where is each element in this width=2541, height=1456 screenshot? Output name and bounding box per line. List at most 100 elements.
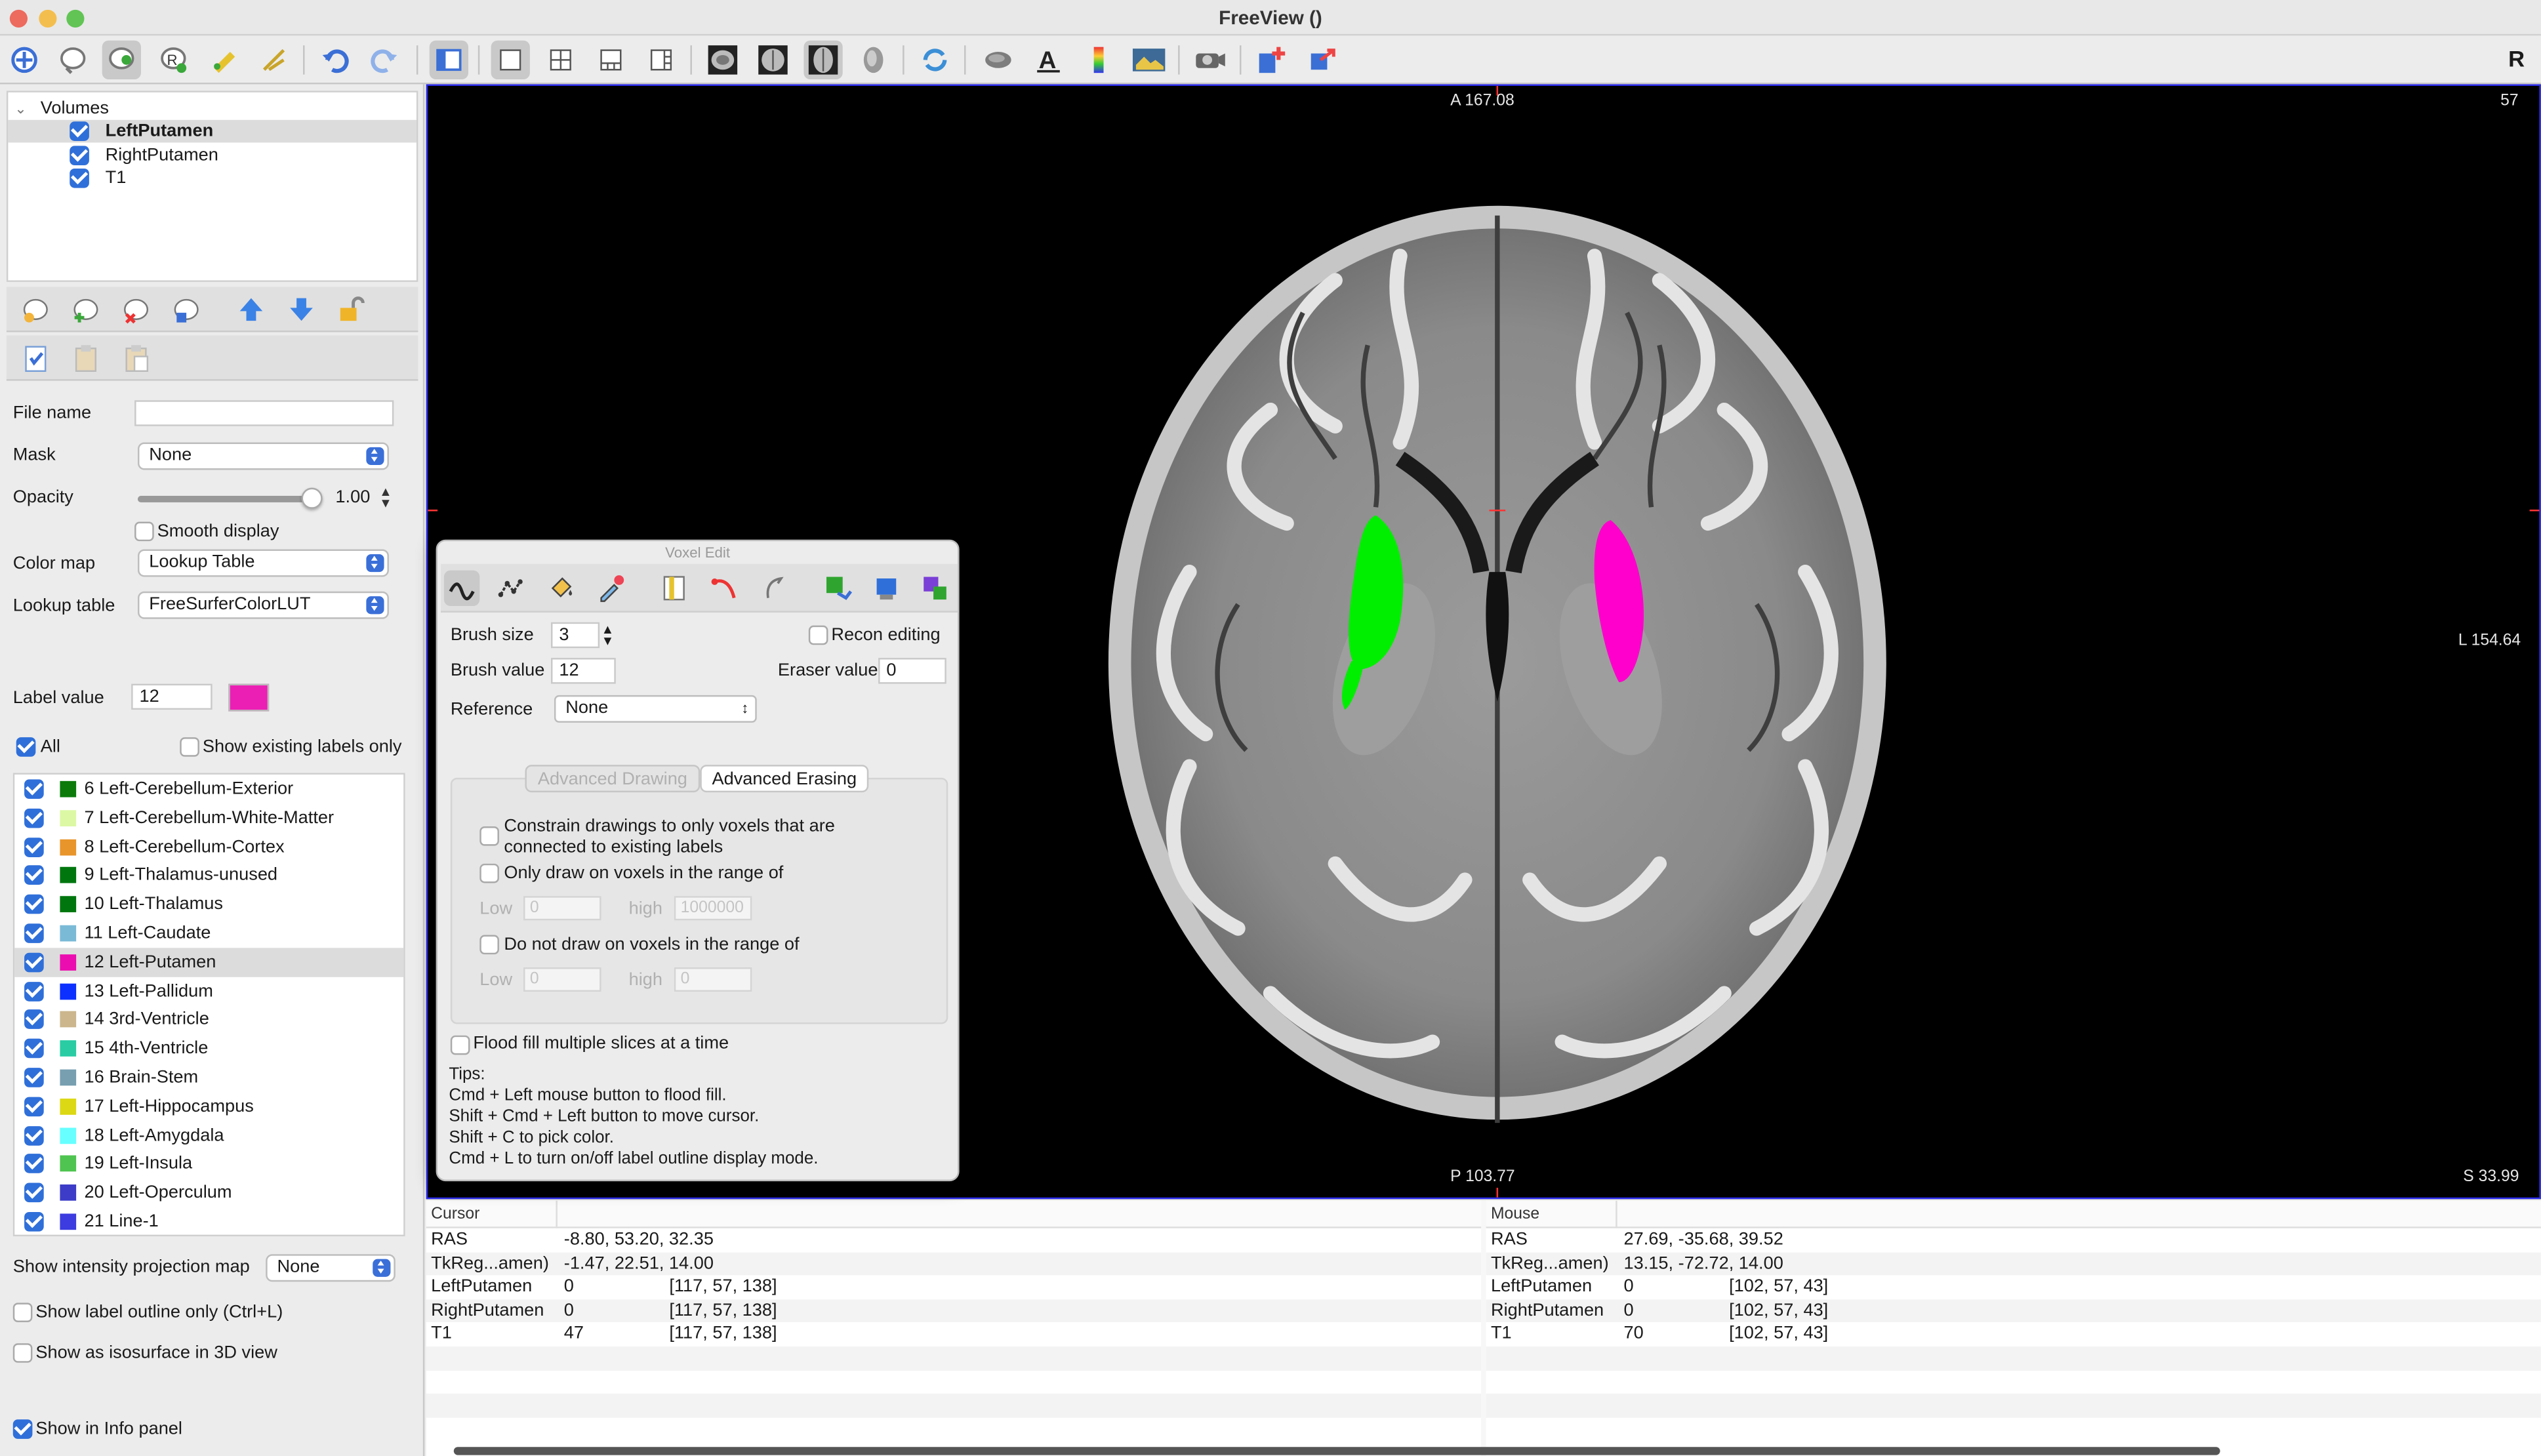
toggle-panel-icon[interactable] xyxy=(429,40,469,80)
move-down-icon[interactable] xyxy=(285,293,317,325)
label-checkbox[interactable] xyxy=(24,808,44,828)
file-name-field[interactable] xyxy=(134,400,394,426)
label-list-item[interactable]: 9 Left-Thalamus-unused xyxy=(14,861,403,890)
replace-label-icon[interactable] xyxy=(820,571,855,606)
sync-arrow-icon[interactable] xyxy=(1303,41,1341,79)
text-annotation-icon[interactable]: A xyxy=(1029,41,1068,79)
copy-setting-icon[interactable] xyxy=(20,342,52,374)
paste-setting-icon[interactable] xyxy=(70,342,102,374)
coronal-view-icon[interactable] xyxy=(754,41,792,79)
layer-checkbox[interactable] xyxy=(70,146,89,166)
move-up-icon[interactable] xyxy=(235,293,267,325)
label-checkbox[interactable] xyxy=(24,837,44,857)
label-list-item[interactable]: 21 Line-1 xyxy=(14,1207,403,1235)
camera-icon[interactable] xyxy=(1191,41,1230,79)
label-value-field[interactable]: 12 xyxy=(131,683,213,710)
3d-view-icon[interactable] xyxy=(854,41,893,79)
colorbar-icon[interactable] xyxy=(1079,41,1118,79)
constrain-checkbox[interactable] xyxy=(479,826,499,846)
undo-edit-icon[interactable] xyxy=(868,571,904,606)
layout-1-3-icon[interactable] xyxy=(592,41,630,79)
all-labels-checkbox[interactable] xyxy=(16,737,36,757)
label-checkbox[interactable] xyxy=(24,1068,44,1087)
label-checkbox[interactable] xyxy=(24,981,44,1001)
opacity-value[interactable]: 1.00 xyxy=(335,488,370,508)
label-list-item[interactable]: 19 Left-Insula xyxy=(14,1150,403,1179)
label-checkbox[interactable] xyxy=(24,779,44,799)
color-map-select[interactable]: Lookup Table xyxy=(138,549,389,577)
screenshot-icon[interactable] xyxy=(1129,41,1168,79)
brush-size-stepper-icon[interactable]: ▲ ▼ xyxy=(601,623,615,647)
label-list-item[interactable]: 12 Left-Putamen xyxy=(14,947,404,977)
layer-checkbox[interactable] xyxy=(70,168,89,188)
polyline-icon[interactable] xyxy=(493,571,528,606)
label-list-item[interactable]: 10 Left-Thalamus xyxy=(14,890,403,919)
label-list-item[interactable]: 11 Left-Caudate xyxy=(14,919,403,948)
label-checkbox[interactable] xyxy=(24,866,44,885)
label-checkbox[interactable] xyxy=(24,1010,44,1030)
contour-icon[interactable] xyxy=(706,571,742,606)
axial-view-icon[interactable] xyxy=(803,40,843,80)
label-list-item[interactable]: 17 Left-Hippocampus xyxy=(14,1092,403,1121)
label-list-item[interactable]: 13 Left-Pallidum xyxy=(14,977,403,1005)
surface-icon[interactable] xyxy=(979,41,1017,79)
redo-icon[interactable] xyxy=(365,41,403,79)
label-outline-checkbox[interactable] xyxy=(12,1303,33,1323)
save-volume-icon[interactable] xyxy=(170,293,202,325)
remove-volume-icon[interactable] xyxy=(120,293,152,325)
exclude-range-checkbox[interactable] xyxy=(479,935,499,955)
fill-icon[interactable] xyxy=(543,571,579,606)
sync-plus-icon[interactable] xyxy=(1253,41,1291,79)
label-list-item[interactable]: 20 Left-Operculum xyxy=(14,1179,403,1207)
shift-icon[interactable] xyxy=(757,571,792,606)
label-checkbox[interactable] xyxy=(24,923,44,943)
contour-tool-icon[interactable] xyxy=(254,41,293,79)
flood-fill-checkbox[interactable] xyxy=(450,1035,470,1055)
sagittal-view-icon[interactable] xyxy=(703,41,742,79)
range-low-field[interactable]: 0 xyxy=(523,896,601,921)
tab-advanced-erasing[interactable]: Advanced Erasing xyxy=(700,765,869,793)
opacity-slider[interactable] xyxy=(138,487,323,509)
add-volume-icon[interactable] xyxy=(70,293,102,325)
clone-icon[interactable] xyxy=(657,571,692,606)
eraser-value-field[interactable]: 0 xyxy=(878,658,946,684)
label-color-swatch[interactable] xyxy=(228,683,270,712)
layer-item-leftputamen[interactable]: LeftPutamen xyxy=(8,119,417,143)
label-checkbox[interactable] xyxy=(24,952,44,972)
brush-value-field[interactable]: 12 xyxy=(551,658,616,684)
label-checkbox[interactable] xyxy=(24,1212,44,1232)
reference-select[interactable]: None ↕ xyxy=(554,695,757,723)
intensity-projection-select[interactable]: None xyxy=(266,1254,396,1282)
recon-edit-tool-icon[interactable] xyxy=(54,41,92,79)
label-checkbox[interactable] xyxy=(24,1183,44,1203)
freehand-icon[interactable] xyxy=(443,570,480,607)
erase-label-icon[interactable] xyxy=(917,571,952,606)
label-checkbox[interactable] xyxy=(24,1097,44,1116)
isosurface-checkbox[interactable] xyxy=(12,1343,33,1363)
label-checkbox[interactable] xyxy=(24,1125,44,1145)
label-checkbox[interactable] xyxy=(24,1039,44,1059)
horizontal-scrollbar[interactable] xyxy=(453,1447,2220,1455)
label-list-item[interactable]: 18 Left-Amygdala xyxy=(14,1121,403,1150)
label-list-item[interactable]: 8 Left-Cerebellum-Cortex xyxy=(14,832,403,861)
voxel-edit-tool-icon[interactable] xyxy=(102,40,141,80)
label-list-item[interactable]: 6 Left-Cerebellum-Exterior xyxy=(14,775,403,803)
tab-advanced-drawing[interactable]: Advanced Drawing xyxy=(525,765,701,793)
layer-item-rightputamen[interactable]: RightPutamen xyxy=(8,144,417,167)
layer-item-t1[interactable]: T1 xyxy=(8,167,417,190)
chevron-down-icon[interactable]: ⌄ xyxy=(14,97,27,120)
color-picker-icon[interactable] xyxy=(593,571,628,606)
opacity-slider-handle[interactable] xyxy=(301,487,323,509)
lookup-table-select[interactable]: FreeSurferColorLUT xyxy=(138,591,389,619)
layer-checkbox[interactable] xyxy=(70,121,89,141)
undo-icon[interactable] xyxy=(316,41,355,79)
volumes-group[interactable]: ⌄ Volumes xyxy=(8,97,417,120)
smooth-display-checkbox[interactable] xyxy=(134,521,154,542)
layout-1-3h-icon[interactable] xyxy=(641,41,680,79)
new-volume-icon[interactable] xyxy=(20,293,52,325)
label-list-item[interactable]: 15 4th-Ventricle xyxy=(14,1034,403,1063)
layout-2x2-icon[interactable] xyxy=(541,41,580,79)
exclude-high-field[interactable]: 0 xyxy=(674,967,752,992)
recon-editing-checkbox[interactable] xyxy=(808,625,828,645)
brush-size-field[interactable]: 3 xyxy=(551,622,600,649)
